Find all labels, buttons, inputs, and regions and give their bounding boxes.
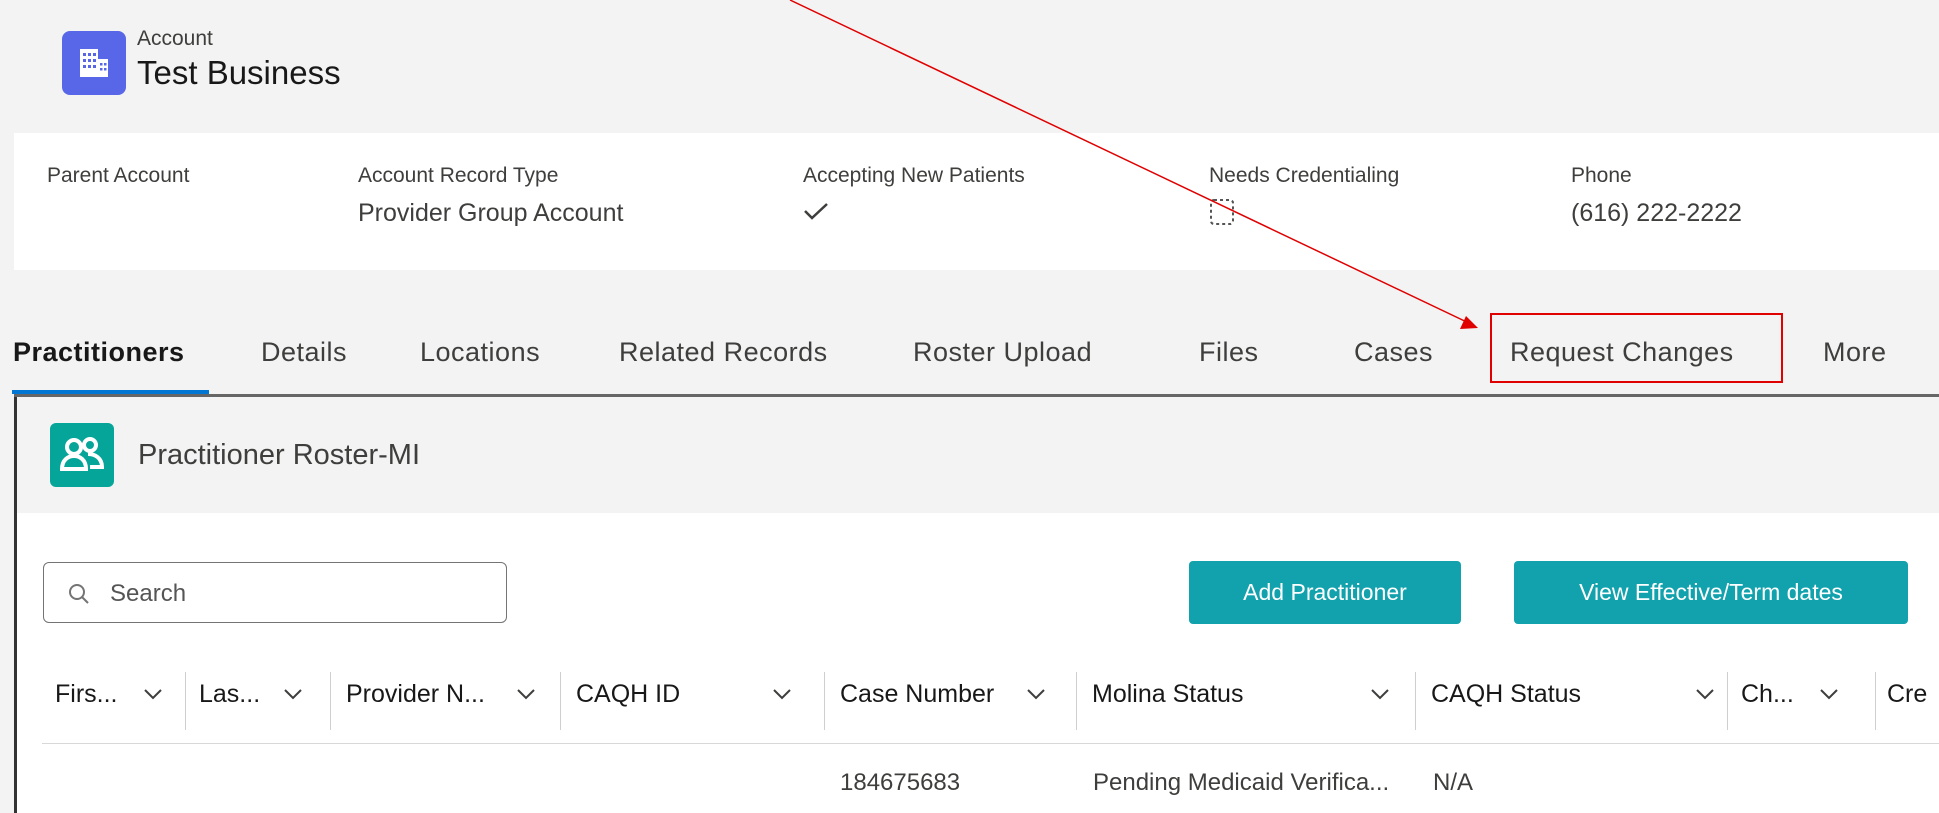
record-name: Test Business	[137, 54, 341, 91]
column-header-case-number[interactable]: Case Number	[824, 672, 1082, 722]
search-input[interactable]	[108, 575, 492, 613]
cell-case-number[interactable]: 184675683	[840, 769, 960, 797]
chevron-down-icon[interactable]	[772, 688, 792, 700]
roster-title: Practitioner Roster-MI	[138, 439, 421, 471]
chevron-down-icon[interactable]	[1370, 688, 1390, 700]
column-header-caqh-id[interactable]: CAQH ID	[560, 672, 814, 722]
annotation-highlight-box	[1490, 313, 1783, 383]
people-group-icon	[50, 423, 114, 487]
column-header-first-name[interactable]: Firs...	[43, 672, 175, 722]
chevron-down-icon[interactable]	[1026, 688, 1046, 700]
tab-cases[interactable]: Cases	[1354, 337, 1433, 368]
account-building-icon	[62, 31, 126, 95]
column-header-molina-status[interactable]: Molina Status	[1076, 672, 1419, 722]
practitioner-roster-card: Practitioner Roster-MI Add Practitioner …	[14, 397, 1939, 813]
search-icon	[69, 584, 89, 604]
column-header-ch[interactable]: Ch...	[1727, 672, 1867, 722]
chevron-down-icon[interactable]	[283, 688, 303, 700]
accepting-new-patients-label: Accepting New Patients	[803, 164, 1025, 187]
chevron-down-icon[interactable]	[1819, 688, 1839, 700]
tab-files[interactable]: Files	[1199, 337, 1259, 368]
parent-account-label: Parent Account	[47, 164, 190, 187]
roster-header: Practitioner Roster-MI	[17, 397, 1939, 513]
tab-practitioners[interactable]: Practitioners	[13, 337, 185, 368]
chevron-down-icon[interactable]	[516, 688, 536, 700]
column-header-created[interactable]: Cre	[1875, 672, 1939, 722]
column-header-last-name[interactable]: Las...	[185, 672, 320, 722]
tab-locations[interactable]: Locations	[420, 337, 540, 368]
chevron-down-icon[interactable]	[143, 688, 163, 700]
phone-label: Phone	[1571, 164, 1632, 187]
phone-value[interactable]: (616) 222-2222	[1571, 199, 1742, 228]
tab-roster-upload[interactable]: Roster Upload	[913, 337, 1092, 368]
cell-caqh-status: N/A	[1433, 769, 1474, 796]
accepting-new-patients-checkmark-icon	[803, 199, 829, 228]
add-practitioner-button[interactable]: Add Practitioner	[1189, 561, 1461, 624]
view-effective-term-dates-button[interactable]: View Effective/Term dates	[1514, 561, 1908, 624]
cell-molina-status: Pending Medicaid Verifica...	[1093, 769, 1390, 796]
tab-related-records[interactable]: Related Records	[619, 337, 828, 368]
column-header-caqh-status[interactable]: CAQH Status	[1415, 672, 1751, 722]
record-type-value: Provider Group Account	[358, 199, 624, 227]
needs-credentialing-checkbox-icon	[1209, 198, 1235, 233]
chevron-down-icon[interactable]	[1695, 688, 1715, 700]
needs-credentialing-label: Needs Credentialing	[1209, 164, 1400, 187]
highlights-panel: Parent Account Account Record Type Provi…	[14, 133, 1939, 270]
tab-details[interactable]: Details	[261, 337, 347, 368]
tab-more[interactable]: More	[1823, 337, 1887, 368]
search-field[interactable]	[43, 562, 507, 623]
object-type-label: Account	[137, 27, 213, 50]
table-header-divider	[42, 743, 1939, 744]
record-type-label: Account Record Type	[358, 164, 559, 187]
column-header-provider-name[interactable]: Provider N...	[330, 672, 556, 722]
